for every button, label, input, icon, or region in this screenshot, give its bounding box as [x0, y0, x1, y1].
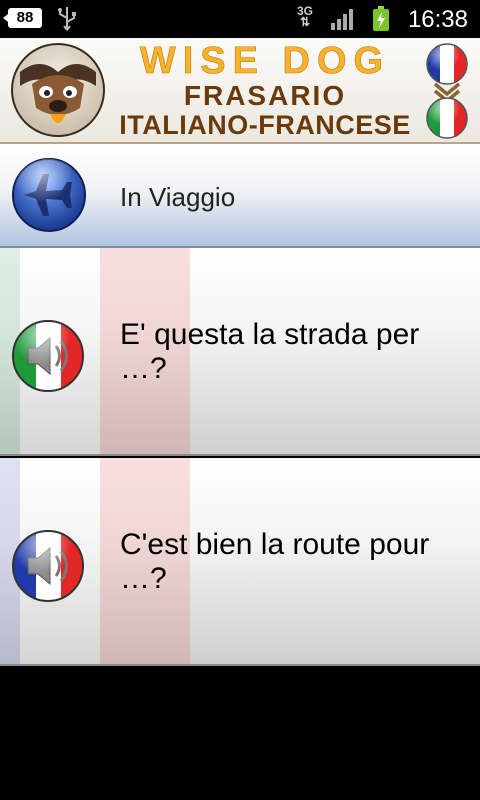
france-speaker-icon[interactable] — [10, 528, 86, 604]
app-subtitle: FRASARIO — [183, 80, 347, 111]
status-clock: 16:38 — [407, 6, 468, 33]
italy-speaker-icon[interactable] — [10, 318, 86, 394]
usb-icon — [58, 7, 76, 31]
airplane-icon — [12, 158, 86, 232]
phrase-text-italian: E' questa la strada per …? — [120, 318, 420, 385]
category-row[interactable]: In Viaggio — [0, 144, 480, 248]
battery-charging-icon — [373, 6, 389, 31]
phrase-text-french: C'est bien la route pour …? — [120, 528, 430, 595]
france-flag-icon[interactable] — [425, 42, 469, 86]
language-pair-title: ITALIANO-FRANCESE — [119, 110, 411, 140]
category-label: In Viaggio — [120, 182, 236, 212]
app-title: WISE DOG — [139, 40, 391, 83]
phrase-row-french[interactable]: C'est bien la route pour …? — [0, 458, 480, 666]
status-bar: 88 3G ⇅ 16:38 — [0, 0, 480, 38]
signal-icon — [331, 9, 353, 30]
italy-flag-icon[interactable] — [425, 96, 469, 140]
wise-dog-logo-icon — [11, 43, 105, 137]
notification-badge[interactable]: 88 — [3, 8, 42, 28]
phrase-row-italian[interactable]: E' questa la strada per …? — [0, 248, 480, 456]
app-header: WISE DOG FRASARIO ITALIANO-FRANCESE — [0, 38, 480, 144]
network-type-icon: 3G ⇅ — [296, 4, 313, 29]
